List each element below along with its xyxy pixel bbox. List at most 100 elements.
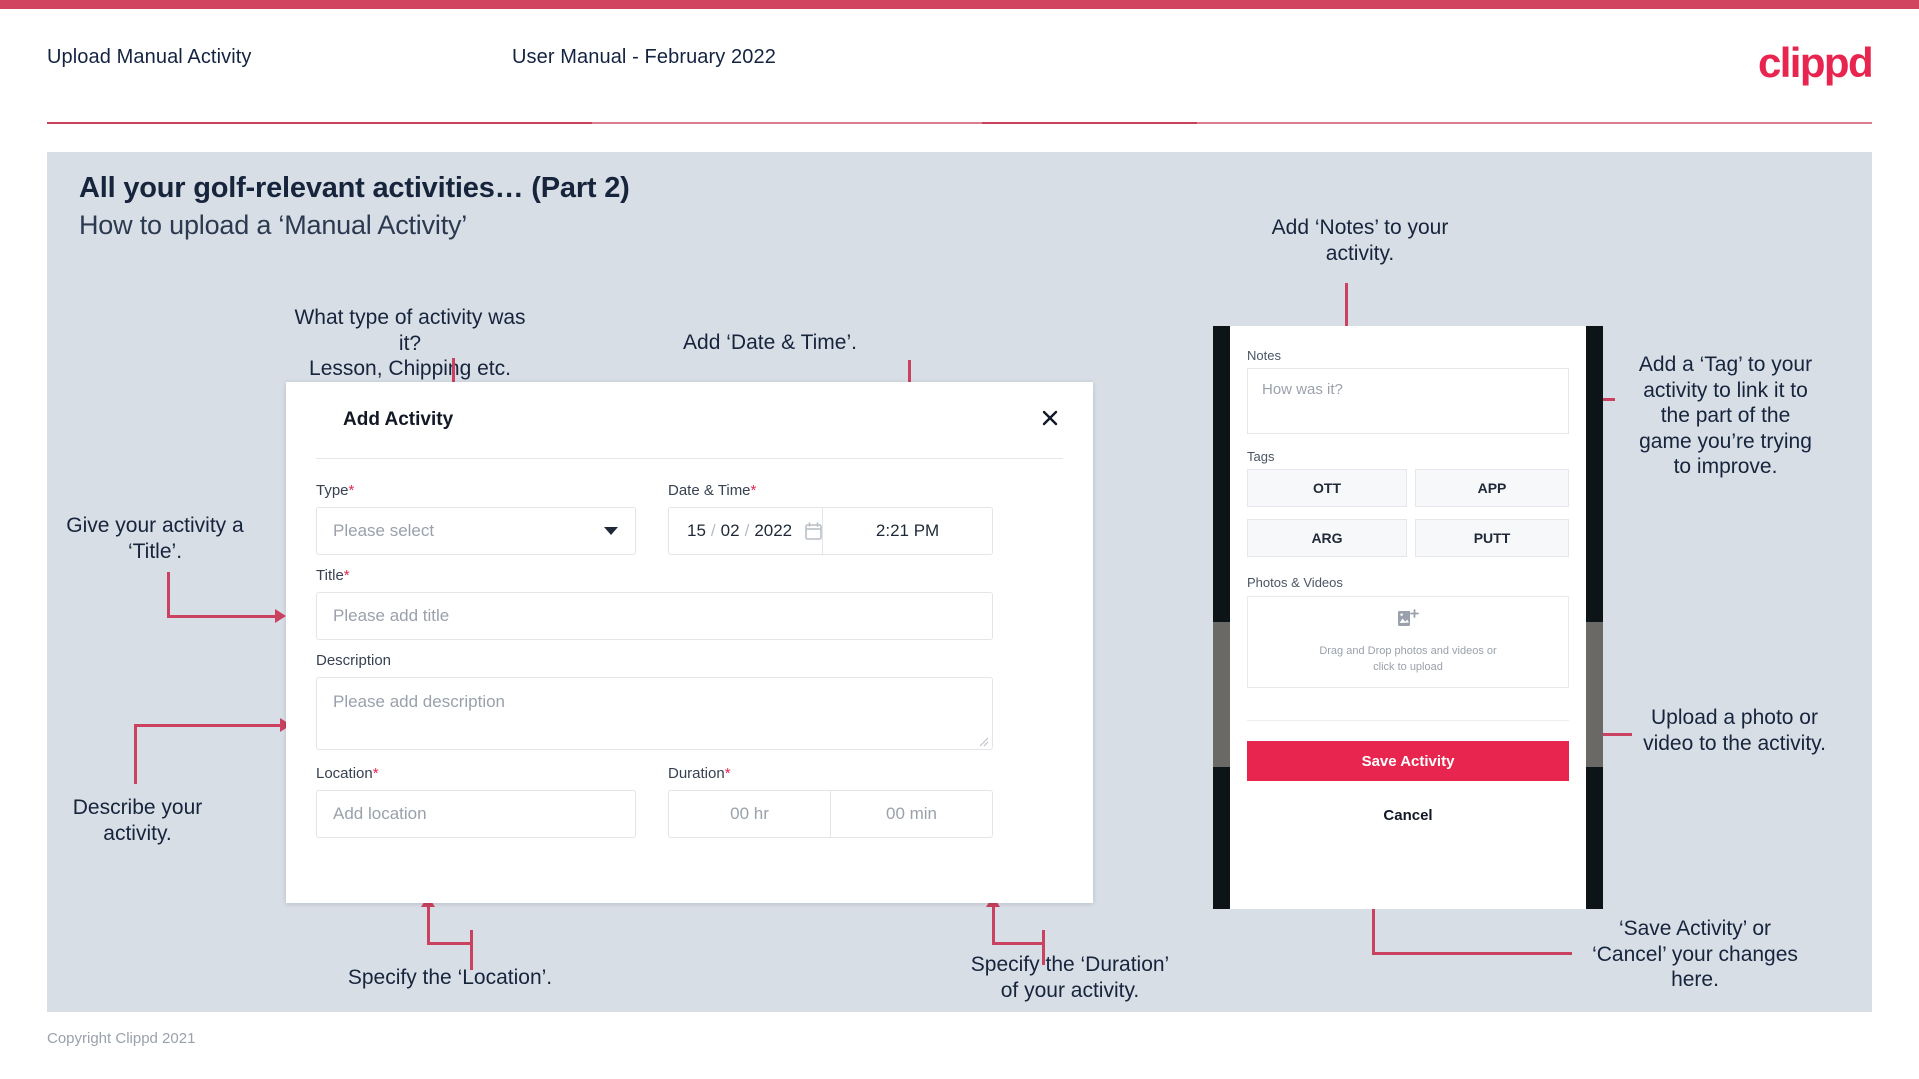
date-sep-2: /	[744, 521, 750, 540]
dropzone-text: Drag and Drop photos and videos or click…	[1319, 643, 1496, 676]
annotation-title: Give your activity a ‘Title’.	[66, 514, 244, 563]
tag-ott[interactable]: OTT	[1247, 469, 1407, 507]
type-placeholder: Please select	[333, 521, 435, 540]
add-activity-dialog: Add Activity Type* Please select Date & …	[286, 382, 1093, 903]
date-day: 15	[687, 521, 706, 540]
tag-arg[interactable]: ARG	[1247, 519, 1407, 557]
location-input[interactable]: Add location	[316, 790, 636, 838]
calendar-icon[interactable]	[805, 522, 822, 540]
location-placeholder: Add location	[333, 804, 427, 823]
header-rule-right	[1197, 122, 1872, 124]
dialog-title: Add Activity	[343, 409, 454, 430]
date-time-field[interactable]: 15 / 02 / 2022 2:21 PM	[668, 507, 993, 555]
title-required-mark: *	[343, 567, 350, 584]
notes-label: Notes	[1247, 348, 1281, 363]
arrow-dur-seg3	[992, 905, 995, 943]
date-year: 2022	[754, 521, 793, 540]
phone-bezel-right-scroll	[1586, 622, 1603, 767]
photo-dropzone[interactable]: Drag and Drop photos and videos or click…	[1247, 596, 1569, 688]
title-placeholder: Please add title	[333, 606, 450, 625]
clippd-logo: clippd	[1757, 39, 1874, 86]
page-subtitle: User Manual - February 2022	[512, 46, 776, 68]
title-label: Title*	[316, 567, 350, 584]
save-activity-button[interactable]: Save Activity	[1247, 741, 1569, 781]
title-input[interactable]: Please add title	[316, 592, 993, 640]
duration-field[interactable]: 00 hr 00 min	[668, 790, 993, 838]
add-image-icon	[1397, 608, 1419, 634]
close-icon[interactable]	[1034, 402, 1066, 434]
tag-putt[interactable]: PUTT	[1415, 519, 1569, 557]
arrow-loc-seg1	[470, 930, 473, 970]
duration-hours-input[interactable]: 00 hr	[669, 791, 830, 837]
date-sep-1: /	[710, 521, 716, 540]
phone-mockup: Notes How was it? Tags OTT APP ARG PUTT …	[1213, 326, 1603, 909]
dialog-divider	[316, 458, 1063, 459]
title-label-text: Title	[316, 567, 344, 584]
arrow-dur-seg1	[1042, 930, 1045, 965]
arrow-title-seg2	[167, 615, 277, 618]
header-rule-mid2	[982, 122, 1197, 124]
dropzone-line-1: Drag and Drop photos and videos or	[1319, 644, 1497, 657]
description-textarea[interactable]: Please add description	[316, 677, 993, 750]
annotation-photos: Upload a photo or video to the activity.	[1643, 706, 1826, 755]
date-input[interactable]: 15 / 02 / 2022	[669, 508, 822, 554]
phone-bezel-right-bottom	[1586, 767, 1603, 909]
slide-title: All your golf-relevant activities… (Part…	[79, 172, 630, 204]
slide-subtitle: How to upload a ‘Manual Activity’	[79, 210, 468, 240]
annotation-description: Describe your activity.	[72, 796, 203, 845]
photos-label: Photos & Videos	[1247, 575, 1343, 590]
location-label-text: Location	[316, 765, 373, 782]
description-placeholder: Please add description	[333, 692, 506, 711]
phone-screen: Notes How was it? Tags OTT APP ARG PUTT …	[1230, 326, 1586, 909]
resize-grip-icon[interactable]	[979, 737, 989, 747]
type-label-text: Type	[316, 482, 349, 499]
phone-bezel-right-top	[1586, 326, 1603, 622]
annotation-duration: Specify the ‘Duration’ of your activity.	[970, 953, 1170, 1002]
description-label: Description	[316, 652, 392, 669]
time-input[interactable]: 2:21 PM	[823, 508, 992, 554]
header-rule-mid	[592, 122, 982, 124]
phone-bezel-left-top	[1213, 326, 1230, 622]
annotation-location: Specify the ‘Location’.	[347, 966, 553, 989]
location-label: Location*	[316, 765, 379, 782]
annotation-notes: Add ‘Notes’ to your activity.	[1271, 216, 1449, 265]
annotation-type: What type of activity was it? Lesson, Ch…	[294, 306, 526, 381]
arrow-title-head	[275, 609, 286, 623]
phone-divider	[1247, 720, 1569, 721]
type-select[interactable]: Please select	[316, 507, 636, 555]
page-title: Upload Manual Activity	[47, 46, 252, 68]
arrow-save-seg1	[1372, 952, 1572, 955]
type-required-mark: *	[348, 482, 355, 499]
arrow-desc-seg1	[134, 726, 137, 784]
location-required-mark: *	[372, 765, 379, 782]
phone-bezel-left-scroll	[1213, 622, 1230, 767]
arrow-desc-seg2	[134, 724, 282, 727]
arrow-title-seg1	[167, 572, 170, 617]
chevron-down-icon	[604, 527, 618, 535]
date-time-required-mark: *	[750, 482, 757, 499]
annotation-tags: Add a ‘Tag’ to your activity to link it …	[1638, 353, 1813, 479]
arrow-loc-seg2	[427, 942, 472, 945]
notes-placeholder: How was it?	[1262, 381, 1343, 398]
dropzone-line-2: click to upload	[1373, 661, 1443, 673]
type-label: Type*	[316, 482, 354, 499]
date-time-label-text: Date & Time	[668, 482, 751, 499]
date-time-label: Date & Time*	[668, 482, 756, 499]
annotation-date-time: Add ‘Date & Time’.	[683, 331, 857, 354]
phone-bezel-left-bottom	[1213, 767, 1230, 909]
footer-copyright: Copyright Clippd 2021	[47, 1030, 196, 1047]
top-accent-bar	[0, 0, 1919, 9]
arrow-loc-seg3	[427, 905, 430, 943]
date-month: 02	[720, 521, 740, 540]
duration-label: Duration*	[668, 765, 731, 782]
arrow-dur-seg2	[992, 942, 1044, 945]
annotation-save-cancel: ‘Save Activity’ or ‘Cancel’ your changes…	[1592, 917, 1798, 992]
duration-label-text: Duration	[668, 765, 725, 782]
cancel-button[interactable]: Cancel	[1247, 798, 1569, 832]
tag-app[interactable]: APP	[1415, 469, 1569, 507]
duration-required-mark: *	[724, 765, 731, 782]
tags-label: Tags	[1247, 449, 1275, 464]
notes-textarea[interactable]: How was it?	[1247, 368, 1569, 434]
header-rule-left	[47, 122, 592, 124]
duration-minutes-input[interactable]: 00 min	[831, 791, 992, 837]
